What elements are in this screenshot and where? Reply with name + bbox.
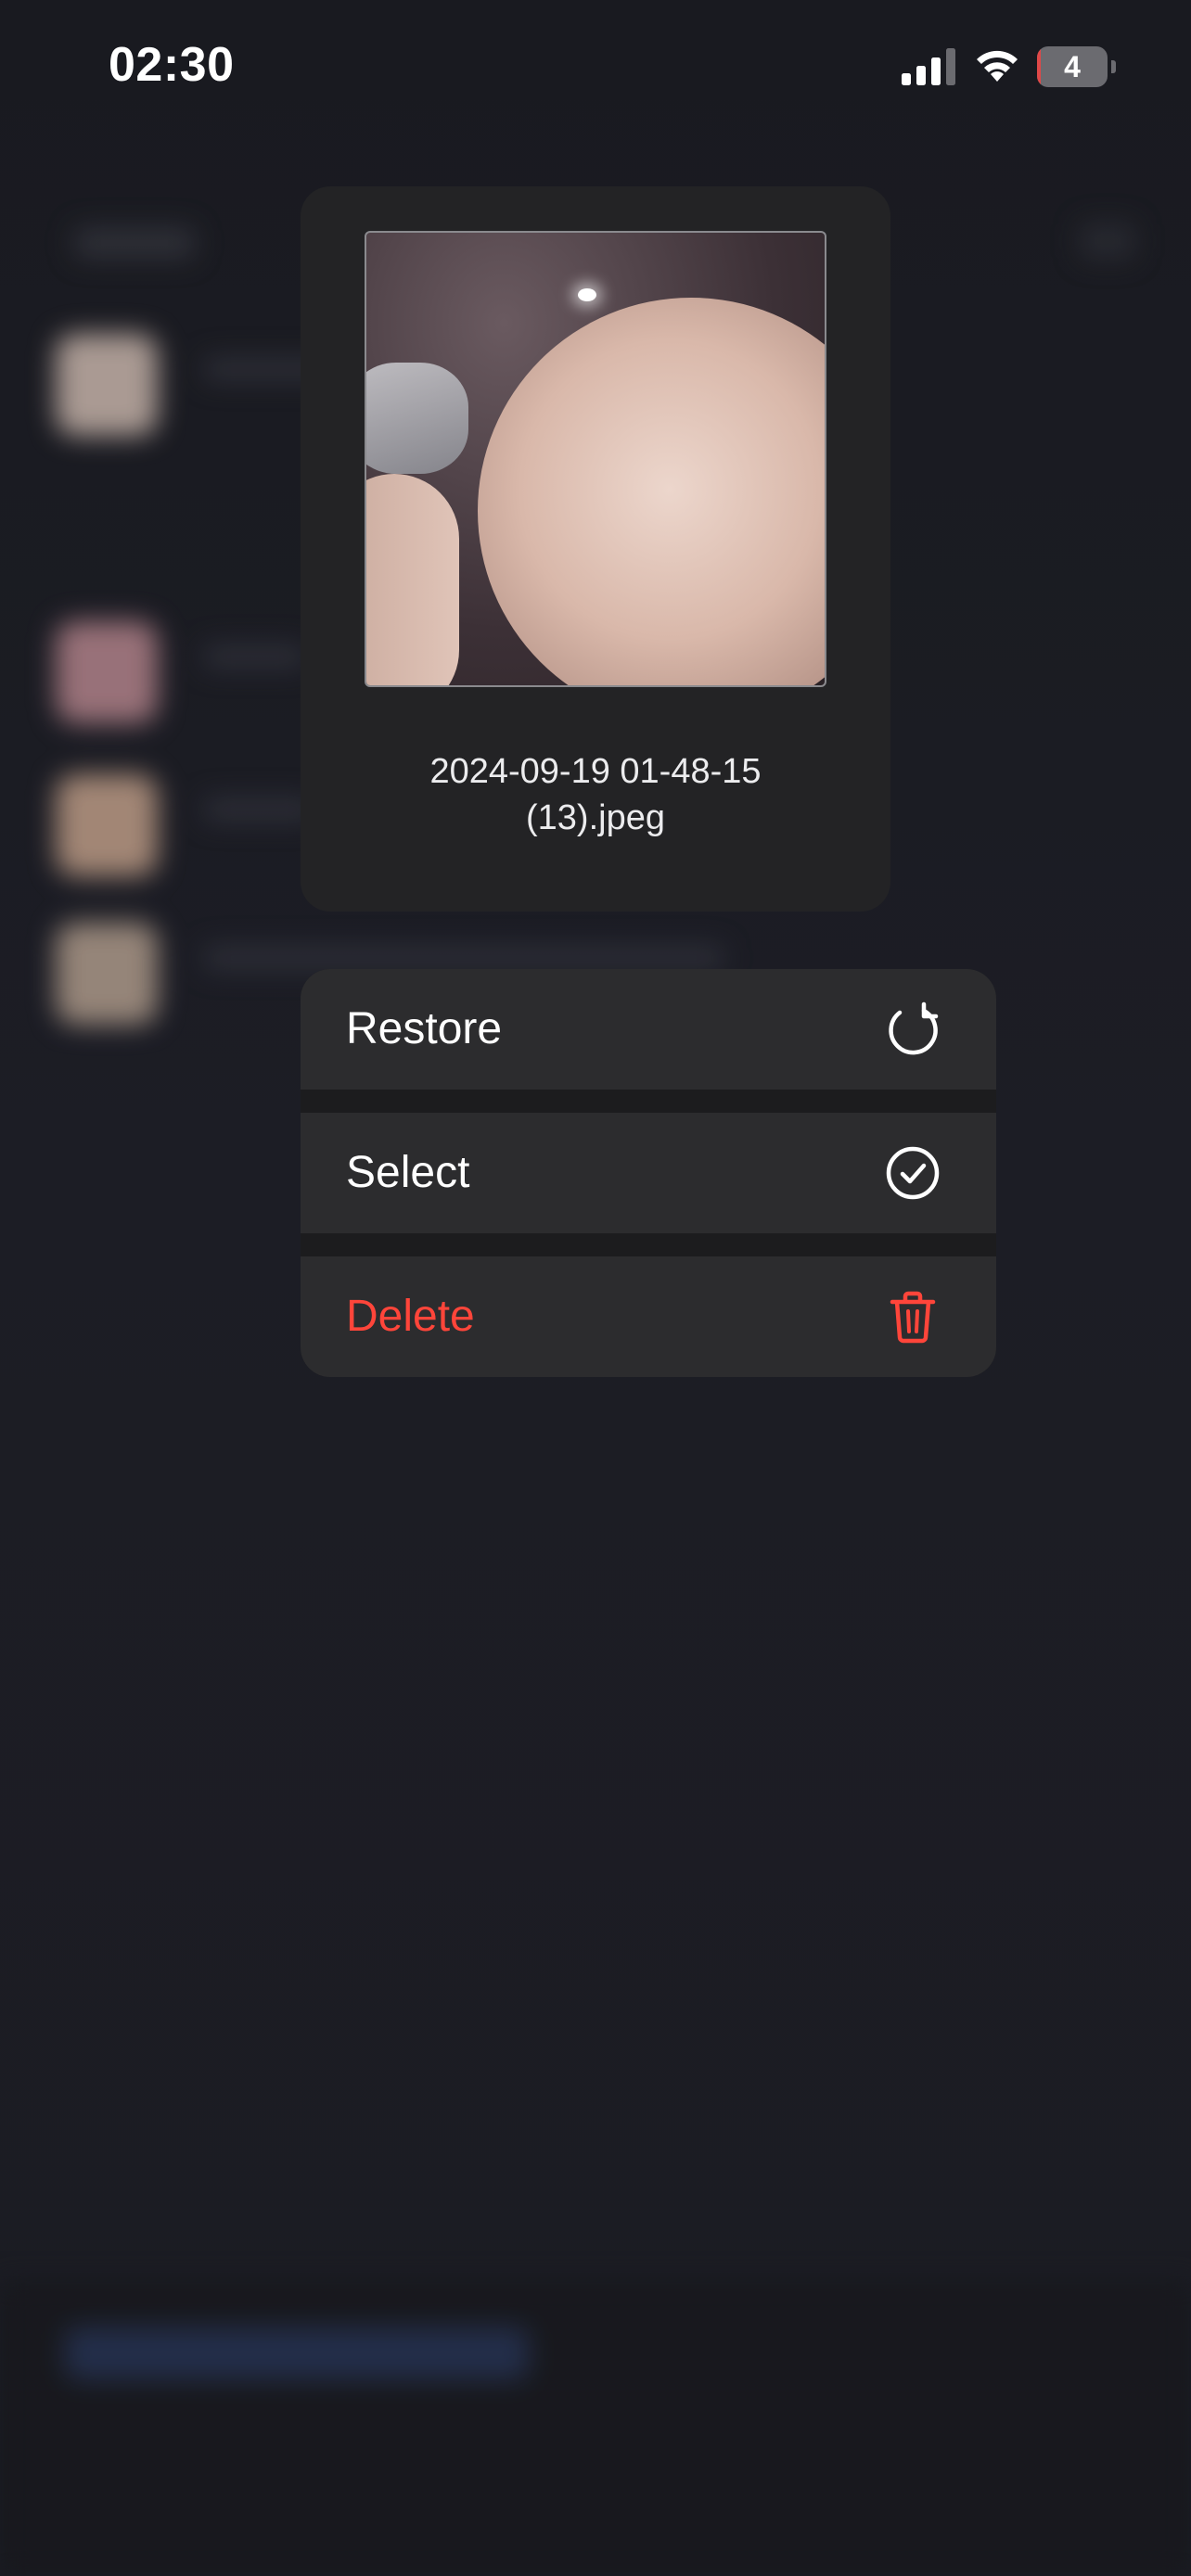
status-bar: 02:30 4 [0, 0, 1191, 139]
delete-label: Delete [346, 1292, 475, 1341]
preview-image-highlight [578, 288, 596, 301]
preview-image-region [478, 298, 825, 685]
checkmark-circle-icon [886, 1146, 940, 1200]
context-menu: Restore Select Delete [301, 969, 996, 1377]
wifi-icon [977, 50, 1018, 82]
status-time: 02:30 [109, 38, 235, 92]
battery-nub [1111, 60, 1116, 73]
restore-label: Restore [346, 1004, 503, 1053]
preview-image-region [366, 363, 468, 474]
restore-icon [889, 1001, 939, 1055]
battery-percentage: 4 [1064, 50, 1081, 83]
file-preview-card: 2024-09-19 01-48-15 (13).jpeg [301, 186, 890, 912]
battery-icon: 4 [1037, 46, 1116, 87]
select-label: Select [346, 1148, 470, 1197]
cellular-signal-icon [902, 48, 955, 85]
file-name-line-2: (13).jpeg [526, 798, 665, 837]
trash-icon [890, 1291, 936, 1344]
battery-body: 4 [1037, 46, 1108, 87]
file-name-line-1: 2024-09-19 01-48-15 [429, 752, 762, 791]
select-menu-item[interactable]: Select [301, 1113, 996, 1233]
file-preview-thumbnail [365, 231, 826, 687]
restore-menu-item[interactable]: Restore [301, 969, 996, 1090]
file-name: 2024-09-19 01-48-15 (13).jpeg [301, 748, 890, 841]
delete-menu-item[interactable]: Delete [301, 1256, 996, 1377]
preview-image-region [366, 474, 459, 685]
